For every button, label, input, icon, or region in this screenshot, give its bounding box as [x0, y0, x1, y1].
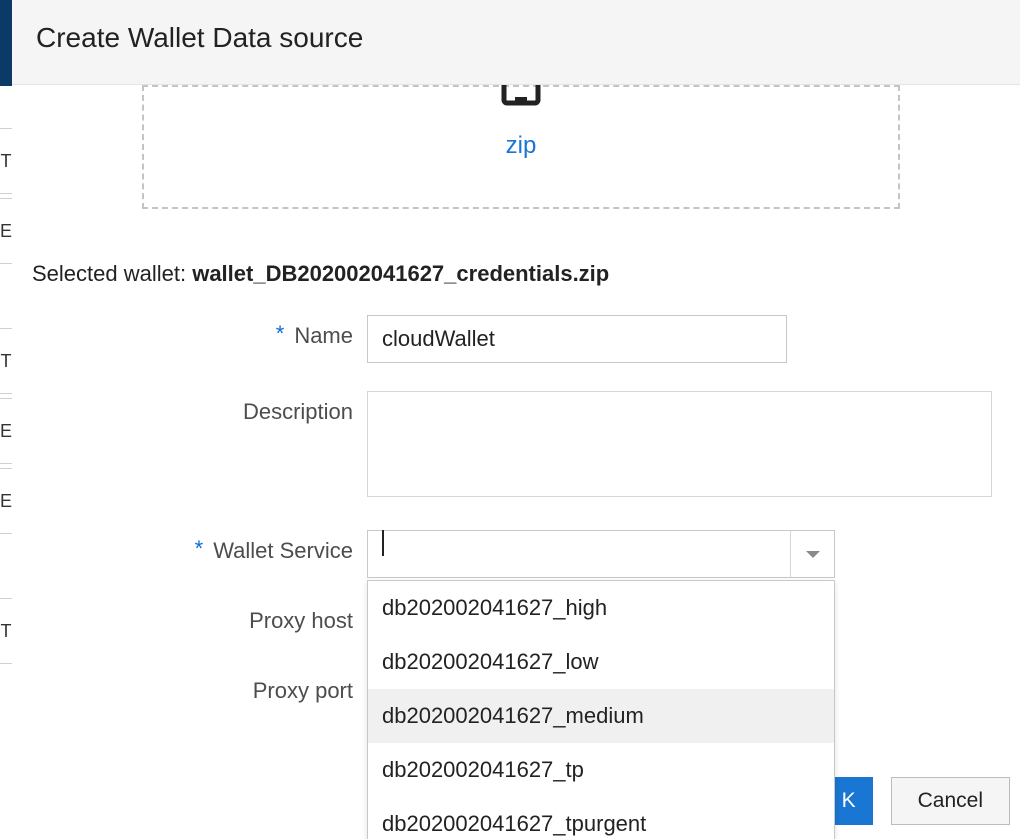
bg-cell: T [0, 328, 12, 394]
create-wallet-dialog: Create Wallet Data source zip Selected w… [12, 0, 1020, 839]
label-col: Proxy host [32, 600, 367, 634]
wallet-service-option[interactable]: db202002041627_high [368, 581, 834, 635]
wallet-service-dropdown: db202002041627_high db202002041627_low d… [367, 580, 835, 839]
wallet-service-option[interactable]: db202002041627_medium [368, 689, 834, 743]
dialog-footer: K Cancel [831, 777, 1010, 825]
name-label: Name [294, 323, 353, 349]
file-icon [500, 85, 542, 114]
form: * Name Description * Wallet Service [32, 315, 1000, 718]
label-col: Proxy port [32, 670, 367, 704]
wallet-service-dropdown-toggle[interactable] [790, 531, 834, 577]
text-cursor [382, 530, 384, 556]
chevron-down-icon [806, 551, 820, 558]
background-window-strip: T E T E E T [0, 0, 12, 839]
required-indicator: * [195, 536, 204, 562]
bg-cell: E [0, 198, 12, 264]
zip-label: zip [506, 132, 537, 160]
bg-cell: E [0, 398, 12, 464]
wallet-service-option[interactable]: db202002041627_tpurgent [368, 797, 834, 839]
proxy-host-label: Proxy host [249, 608, 353, 634]
cancel-button[interactable]: Cancel [891, 777, 1010, 825]
proxy-port-label: Proxy port [253, 678, 353, 704]
dialog-header: Create Wallet Data source [12, 0, 1020, 85]
label-col: * Wallet Service [32, 530, 367, 564]
label-col: Description [32, 391, 367, 425]
selected-wallet-label: Selected wallet: [32, 261, 192, 286]
description-textarea[interactable] [367, 391, 992, 497]
wallet-file-dropzone[interactable]: zip [142, 85, 900, 209]
description-label: Description [243, 399, 353, 425]
dialog-title: Create Wallet Data source [36, 22, 996, 54]
name-input[interactable] [367, 315, 787, 363]
dialog-body[interactable]: zip Selected wallet: wallet_DB2020020416… [12, 85, 1020, 839]
bg-cell: T [0, 128, 12, 194]
wallet-service-option[interactable]: db202002041627_tp [368, 743, 834, 797]
background-header-strip [0, 0, 12, 86]
selected-wallet-filename: wallet_DB202002041627_credentials.zip [192, 261, 609, 286]
wallet-service-label: Wallet Service [213, 538, 353, 564]
row-wallet-service: * Wallet Service db202002041627_high db2… [32, 530, 1000, 578]
wallet-service-combobox[interactable] [367, 530, 835, 578]
selected-wallet-row: Selected wallet: wallet_DB202002041627_c… [32, 261, 1000, 287]
row-name: * Name [32, 315, 1000, 363]
row-description: Description [32, 391, 1000, 502]
label-col: * Name [32, 315, 367, 349]
required-indicator: * [276, 321, 285, 347]
wallet-service-input[interactable] [368, 531, 790, 577]
ok-button[interactable]: K [831, 777, 873, 825]
wallet-service-option[interactable]: db202002041627_low [368, 635, 834, 689]
bg-cell: T [0, 598, 12, 664]
bg-cell: E [0, 468, 12, 534]
